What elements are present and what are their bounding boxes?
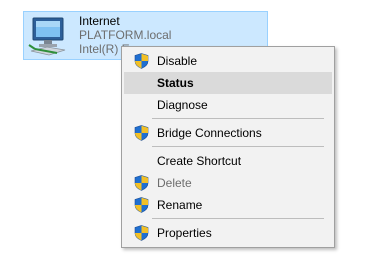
adapter-name: Internet (79, 14, 120, 28)
menu-item-create-shortcut[interactable]: Create Shortcut (124, 150, 332, 172)
uac-shield-icon (134, 175, 149, 191)
menu-item-label: Properties (157, 226, 212, 240)
menu-item-diagnose[interactable]: Diagnose (124, 94, 332, 116)
menu-item-label: Diagnose (157, 98, 208, 112)
uac-shield-icon (134, 53, 149, 69)
menu-item-rename[interactable]: Rename (124, 194, 332, 216)
menu-item-label: Create Shortcut (157, 154, 242, 168)
menu-item-label: Bridge Connections (157, 126, 262, 140)
uac-shield-icon (134, 225, 149, 241)
context-menu: Disable Status Diagnose Bridge Connectio… (121, 46, 335, 248)
menu-item-label: Rename (157, 198, 203, 212)
menu-separator (152, 218, 324, 219)
menu-item-disable[interactable]: Disable (124, 50, 332, 72)
uac-shield-icon (134, 125, 149, 141)
menu-item-label: Status (157, 76, 194, 90)
menu-item-bridge-connections[interactable]: Bridge Connections (124, 122, 332, 144)
menu-item-label: Disable (157, 54, 198, 68)
menu-item-properties[interactable]: Properties (124, 222, 332, 244)
menu-separator (152, 146, 324, 147)
menu-item-status[interactable]: Status (124, 72, 332, 94)
uac-shield-icon (134, 197, 149, 213)
menu-separator (152, 118, 324, 119)
network-adapter-icon (28, 17, 66, 56)
menu-item-label: Delete (157, 176, 192, 190)
menu-item-delete: Delete (124, 172, 332, 194)
adapter-domain: PLATFORM.local (79, 28, 172, 42)
